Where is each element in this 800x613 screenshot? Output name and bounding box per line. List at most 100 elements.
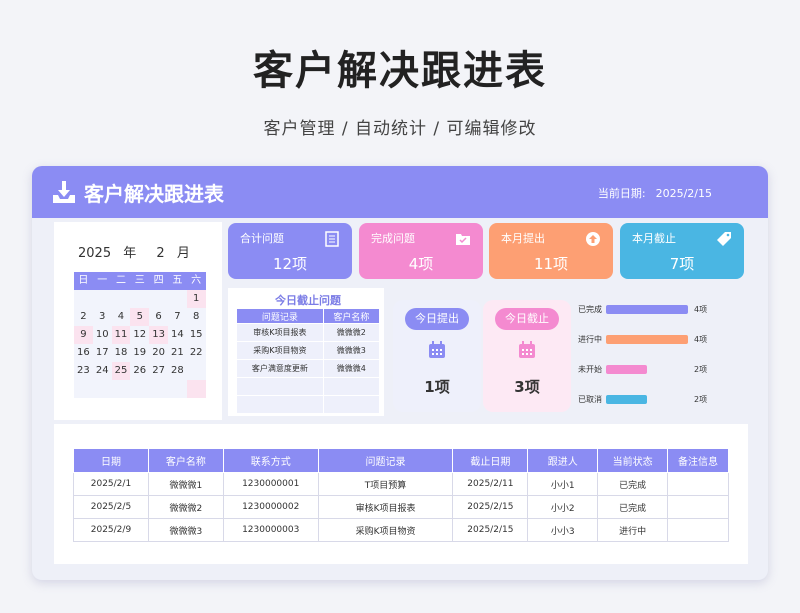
calendar-day[interactable]: 9 xyxy=(74,326,93,344)
calendar-day[interactable]: 15 xyxy=(187,326,206,344)
calendar-day[interactable]: 22 xyxy=(187,344,206,362)
table-cell[interactable]: 微微微1 xyxy=(147,472,224,496)
table-row[interactable]: 2025/2/5 微微微2 1230000002 审核K项目报表 2025/2/15 小小… xyxy=(73,495,729,519)
column-header: 问题记录 xyxy=(236,308,324,324)
calendar-day[interactable]: 16 xyxy=(74,344,93,362)
table-cell[interactable]: 1230000003 xyxy=(222,518,319,542)
calendar-day[interactable]: 8 xyxy=(187,308,206,326)
table-cell[interactable]: 小小2 xyxy=(527,495,599,519)
today-deadline-panel: 今日截止问题 问题记录 客户名称 审核K项目报表 微微微2 采购K项目物资 微微微3… xyxy=(228,288,384,416)
card-completed-issues: 完成问题 4项 xyxy=(359,223,483,279)
calendar-day[interactable]: 12 xyxy=(130,326,149,344)
calendar-day[interactable]: 2 xyxy=(74,308,93,326)
calendar-day xyxy=(187,362,206,380)
table-cell[interactable]: 审核K项目报表 xyxy=(317,495,454,519)
status-label: 已取消 xyxy=(578,395,602,404)
table-row[interactable]: 2025/2/9 微微微3 1230000003 采购K项目物资 2025/2/15 小小… xyxy=(73,518,729,542)
calendar-day[interactable]: 6 xyxy=(149,308,168,326)
calendar-day xyxy=(112,380,131,398)
date-value: 2025/2/15 xyxy=(655,187,712,200)
card-due-this-month: 本月截止 7项 xyxy=(620,223,744,279)
calendar-day[interactable]: 4 xyxy=(112,308,131,326)
upload-icon xyxy=(586,232,600,246)
calendar-day[interactable]: 23 xyxy=(74,362,93,380)
calendar-day[interactable]: 14 xyxy=(168,326,187,344)
calendar-day[interactable]: 11 xyxy=(111,326,131,344)
table-cell: 微微微3 xyxy=(322,341,381,360)
calendar-month: 2 xyxy=(156,246,165,261)
calendar-day xyxy=(186,380,206,398)
status-bar-row: 进行中 4项 xyxy=(578,334,738,346)
table-cell[interactable]: 2025/2/15 xyxy=(452,518,529,542)
calendar-day[interactable]: 3 xyxy=(93,308,112,326)
table-cell[interactable]: 小小3 xyxy=(527,518,599,542)
status-value: 2项 xyxy=(694,365,708,374)
table-cell[interactable]: 微微微2 xyxy=(147,495,224,519)
column-header[interactable]: 截止日期 xyxy=(452,448,529,473)
table-cell[interactable]: 2025/2/1 xyxy=(73,472,149,496)
date-label: 当前日期: xyxy=(597,187,646,200)
calendar-day[interactable]: 28 xyxy=(168,362,187,380)
status-label: 未开始 xyxy=(578,365,602,374)
table-cell[interactable]: 2025/2/15 xyxy=(452,495,529,519)
calendar-day[interactable]: 25 xyxy=(111,362,131,380)
table-cell[interactable] xyxy=(667,472,729,496)
calendar-day[interactable]: 17 xyxy=(93,344,112,362)
status-bar xyxy=(606,395,647,404)
status-bar xyxy=(606,365,647,374)
table-cell[interactable]: T项目预算 xyxy=(317,472,454,496)
table-row xyxy=(236,377,381,396)
column-header: 客户名称 xyxy=(322,308,381,324)
card-total-issues: 合计问题 12项 xyxy=(228,223,352,279)
today-due-value: 3项 xyxy=(514,378,540,396)
header-title: 客户解决跟进表 xyxy=(84,182,224,206)
card-value: 12项 xyxy=(272,255,308,273)
table-row: 客户满意度更新 微微微4 xyxy=(236,359,381,378)
table-cell[interactable]: 采购K项目物资 xyxy=(317,518,454,542)
column-header[interactable]: 客户名称 xyxy=(147,448,224,473)
column-header[interactable]: 备注信息 xyxy=(667,448,729,473)
column-header[interactable]: 联系方式 xyxy=(222,448,319,473)
calendar-day[interactable]: 10 xyxy=(93,326,112,344)
table-cell[interactable]: 小小1 xyxy=(527,472,599,496)
calendar-day[interactable]: 26 xyxy=(130,362,149,380)
calendar-day[interactable]: 27 xyxy=(149,362,168,380)
calendar-day[interactable]: 20 xyxy=(149,344,168,362)
table-cell[interactable]: 已完成 xyxy=(597,495,669,519)
table-cell[interactable] xyxy=(667,495,729,519)
page-title: 客户解决跟进表 xyxy=(253,48,547,94)
table-cell[interactable]: 2025/2/5 xyxy=(73,495,149,519)
calendar-day[interactable]: 18 xyxy=(112,344,131,362)
table-cell[interactable]: 2025/2/9 xyxy=(73,518,149,542)
status-bar-chart: 已完成 4项 进行中 4项 未开始 2项 已取消 2项 xyxy=(578,300,738,412)
calendar-day xyxy=(93,380,112,398)
calendar-day[interactable]: 7 xyxy=(168,308,187,326)
status-value: 2项 xyxy=(694,395,708,404)
column-header[interactable]: 日期 xyxy=(73,448,149,473)
weekday-header: 日 xyxy=(74,272,93,290)
calendar-day[interactable]: 1 xyxy=(186,290,206,308)
calendar-day[interactable]: 5 xyxy=(130,308,150,326)
weekday-header: 五 xyxy=(167,272,187,290)
calendar-day[interactable]: 21 xyxy=(168,344,187,362)
table-cell[interactable]: 微微微3 xyxy=(147,518,224,542)
calendar: 2025 年 2 月 日一二三四五六 1 2 3 4 5 6 7 8 9 10 11 12 13 14 15 1… xyxy=(54,222,222,420)
card-label: 完成问题 xyxy=(371,232,415,245)
calendar-day[interactable]: 19 xyxy=(130,344,149,362)
table-cell[interactable]: 1230000001 xyxy=(222,472,319,496)
table-cell[interactable]: 1230000002 xyxy=(222,495,319,519)
column-header[interactable]: 当前状态 xyxy=(597,448,669,473)
table-cell[interactable]: 进行中 xyxy=(597,518,669,542)
calendar-day[interactable]: 13 xyxy=(149,326,168,344)
table-cell[interactable]: 已完成 xyxy=(597,472,669,496)
today-due-box: 今日截止 3项 xyxy=(483,300,571,412)
table-cell[interactable]: 2025/2/11 xyxy=(452,472,529,496)
column-header[interactable]: 跟进人 xyxy=(527,448,599,473)
table-cell xyxy=(236,377,324,396)
table-row[interactable]: 2025/2/1 微微微1 1230000001 T项目预算 2025/2/11 小小1 已… xyxy=(73,472,729,496)
table-cell[interactable] xyxy=(667,518,729,542)
today-deadline-title: 今日截止问题 xyxy=(275,294,341,307)
table-cell xyxy=(236,395,324,414)
column-header[interactable]: 问题记录 xyxy=(317,448,454,473)
calendar-day[interactable]: 24 xyxy=(93,362,112,380)
